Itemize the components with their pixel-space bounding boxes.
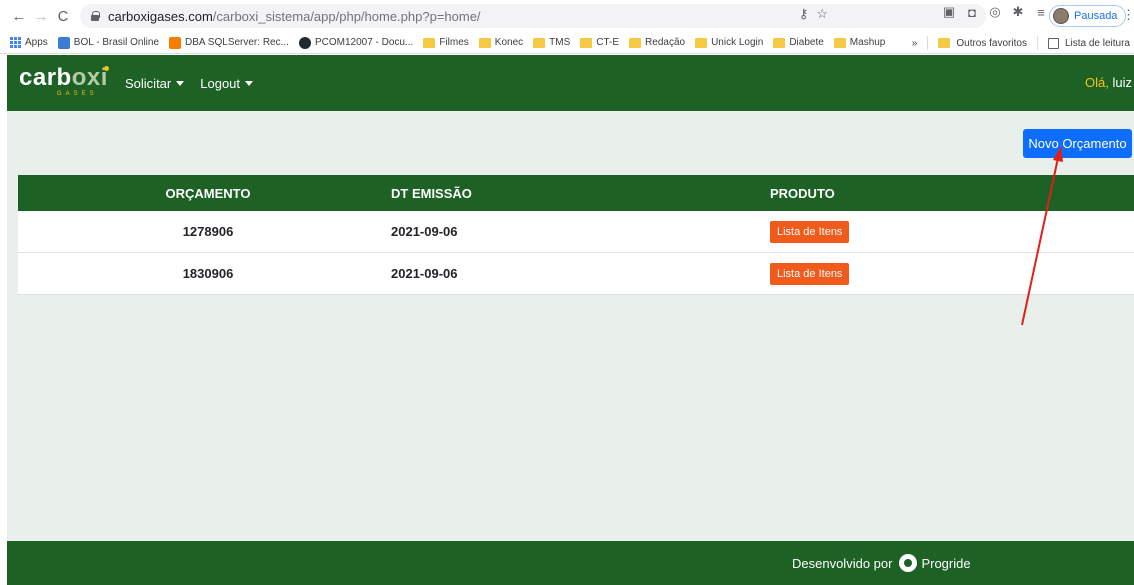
bookmark-label: CT-E [596,37,620,48]
folder-icon [629,37,642,48]
browser-toolbar: ← → C carboxigases.com/carboxi_sistema/a… [0,0,1134,32]
profile-label: Pausada [1074,10,1118,22]
bookmark-folder-unick[interactable]: Unick Login [695,37,763,48]
footer-brand[interactable]: Progride [921,556,970,571]
bookmark-label: Filmes [439,37,469,48]
caret-down-icon [176,80,185,86]
table-row: 1278906 2021-09-06 Lista de Itens [18,211,1134,253]
bookmark-folder-diabete[interactable]: Diabete [773,37,824,48]
forward-arrow-icon[interactable]: → [30,5,52,27]
bookmark-label: Konec [494,37,524,48]
reading-list[interactable]: Lista de leitura [1065,38,1130,49]
folder-icon [478,37,491,48]
footer-text: Desenvolvido por [792,555,893,571]
menu-solicitar[interactable]: Solicitar [125,75,185,91]
back-arrow-icon[interactable]: ← [8,5,30,27]
bookmark-label: Diabete [789,37,824,48]
menu-label: Logout [200,75,241,91]
bookmark-folder-filmes[interactable]: Filmes [423,37,469,48]
cell-orcamento: 1278906 [182,224,234,239]
site-footer: Desenvolvido por Progride [7,541,1134,585]
new-quote-button[interactable]: Novo Orçamento [1023,129,1132,158]
divider [1036,36,1038,50]
star-icon[interactable]: ☆ [816,6,828,22]
profile-button[interactable]: Pausada [1049,5,1127,27]
bookmark-label: Redação [645,37,686,48]
folder-icon [580,37,593,48]
bookmarks-overflow-button[interactable]: » [912,38,918,49]
main-content: Novo Orçamento ORÇAMENTO DT EMISSÃO PROD… [7,111,1134,541]
folder-icon [533,37,546,48]
github-icon [298,36,311,49]
folder-icon [938,38,951,48]
playlist-icon[interactable]: ≡ [1034,5,1048,20]
address-bar[interactable]: carboxigases.com/carboxi_sistema/app/php… [80,4,986,28]
items-list-button[interactable]: Lista de Itens [770,220,850,243]
bookmark-folder-mashup[interactable]: Mashup [833,37,886,48]
lock-icon [90,11,100,21]
greeting-hello: Olá, [1085,75,1109,90]
folder-icon [695,37,708,48]
cell-dt-emissao: 2021-09-06 [391,266,458,281]
header-produto: PRODUTO [770,185,835,201]
avatar [1053,8,1069,24]
bookmark-folder-redacao[interactable]: Redação [629,37,685,48]
divider [927,36,929,50]
bookmark-dba[interactable]: DBA SQLServer: Rec... [169,36,289,49]
chat-icon[interactable]: ◎ [988,4,1002,19]
extension-icon[interactable]: ▣ [942,4,956,19]
site-navbar: carboxi GASES Solicitar Logout Olá, luiz [7,55,1134,111]
more-menu-icon[interactable]: ⋮ [1122,7,1134,23]
folder-icon [833,37,846,48]
puzzle-icon[interactable]: ✱ [1011,4,1025,19]
pocket-icon[interactable]: ◘ [965,5,979,20]
greeting-username: luiz [1112,75,1132,90]
url-path: /carboxi_sistema/app/php/home.php?p=home… [212,8,481,24]
logo-wordmark: carboxi [19,64,108,91]
key-icon[interactable]: ⚷ [799,6,809,22]
bol-icon [57,36,70,49]
quotes-table: ORÇAMENTO DT EMISSÃO PRODUTO 1278906 202… [18,175,1134,295]
bookmark-bol[interactable]: BOL - Brasil Online [57,36,160,49]
cell-dt-emissao: 2021-09-06 [391,224,458,239]
bookmark-apps[interactable]: Apps [10,37,48,48]
bookmark-folder-konec[interactable]: Konec [478,37,524,48]
bookmark-folder-tms[interactable]: TMS [533,37,570,48]
header-orcamento: ORÇAMENTO [165,185,251,201]
menu-label: Solicitar [125,75,172,91]
apps-grid-icon [10,37,21,48]
bookmark-label: PCOM12007 - Docu... [314,37,414,48]
carboxi-logo[interactable]: carboxi GASES [19,63,111,103]
bookmarks-bar: Apps BOL - Brasil Online DBA SQLServer: … [0,32,1134,54]
user-greeting: Olá, luiz [1085,75,1132,90]
main-menu: Solicitar Logout [125,75,254,91]
menu-logout[interactable]: Logout [200,75,254,91]
progride-logo-icon [899,554,918,572]
cell-produto: Lista de Itens [770,253,850,294]
logo-subtitle: GASES [57,91,98,97]
cell-produto: Lista de Itens [770,211,850,252]
items-list-button[interactable]: Lista de Itens [770,262,850,285]
logo-dot-icon [104,66,109,71]
table-header: ORÇAMENTO DT EMISSÃO PRODUTO [18,175,1134,211]
table-row: 1830906 2021-09-06 Lista de Itens [18,253,1134,295]
bookmark-label: DBA SQLServer: Rec... [185,37,289,48]
bookmark-label: Apps [25,37,48,48]
reading-list-icon [1047,37,1059,49]
bookmark-label: Unick Login [711,37,764,48]
header-dt-emissao: DT EMISSÃO [391,185,472,201]
other-favorites[interactable]: Outros favoritos [956,38,1027,49]
folder-icon [423,37,436,48]
reload-icon[interactable]: C [52,5,74,27]
bookmark-pcom[interactable]: PCOM12007 - Docu... [298,36,414,49]
url-domain: carboxigases.com [108,8,213,24]
folder-icon [773,37,786,48]
bookmark-folder-cte[interactable]: CT-E [580,37,619,48]
caret-down-icon [245,80,254,86]
cell-orcamento: 1830906 [182,266,234,281]
bookmark-label: TMS [549,37,571,48]
blogger-icon [169,36,182,49]
bookmark-label: BOL - Brasil Online [73,37,160,48]
bookmark-label: Mashup [849,37,886,48]
